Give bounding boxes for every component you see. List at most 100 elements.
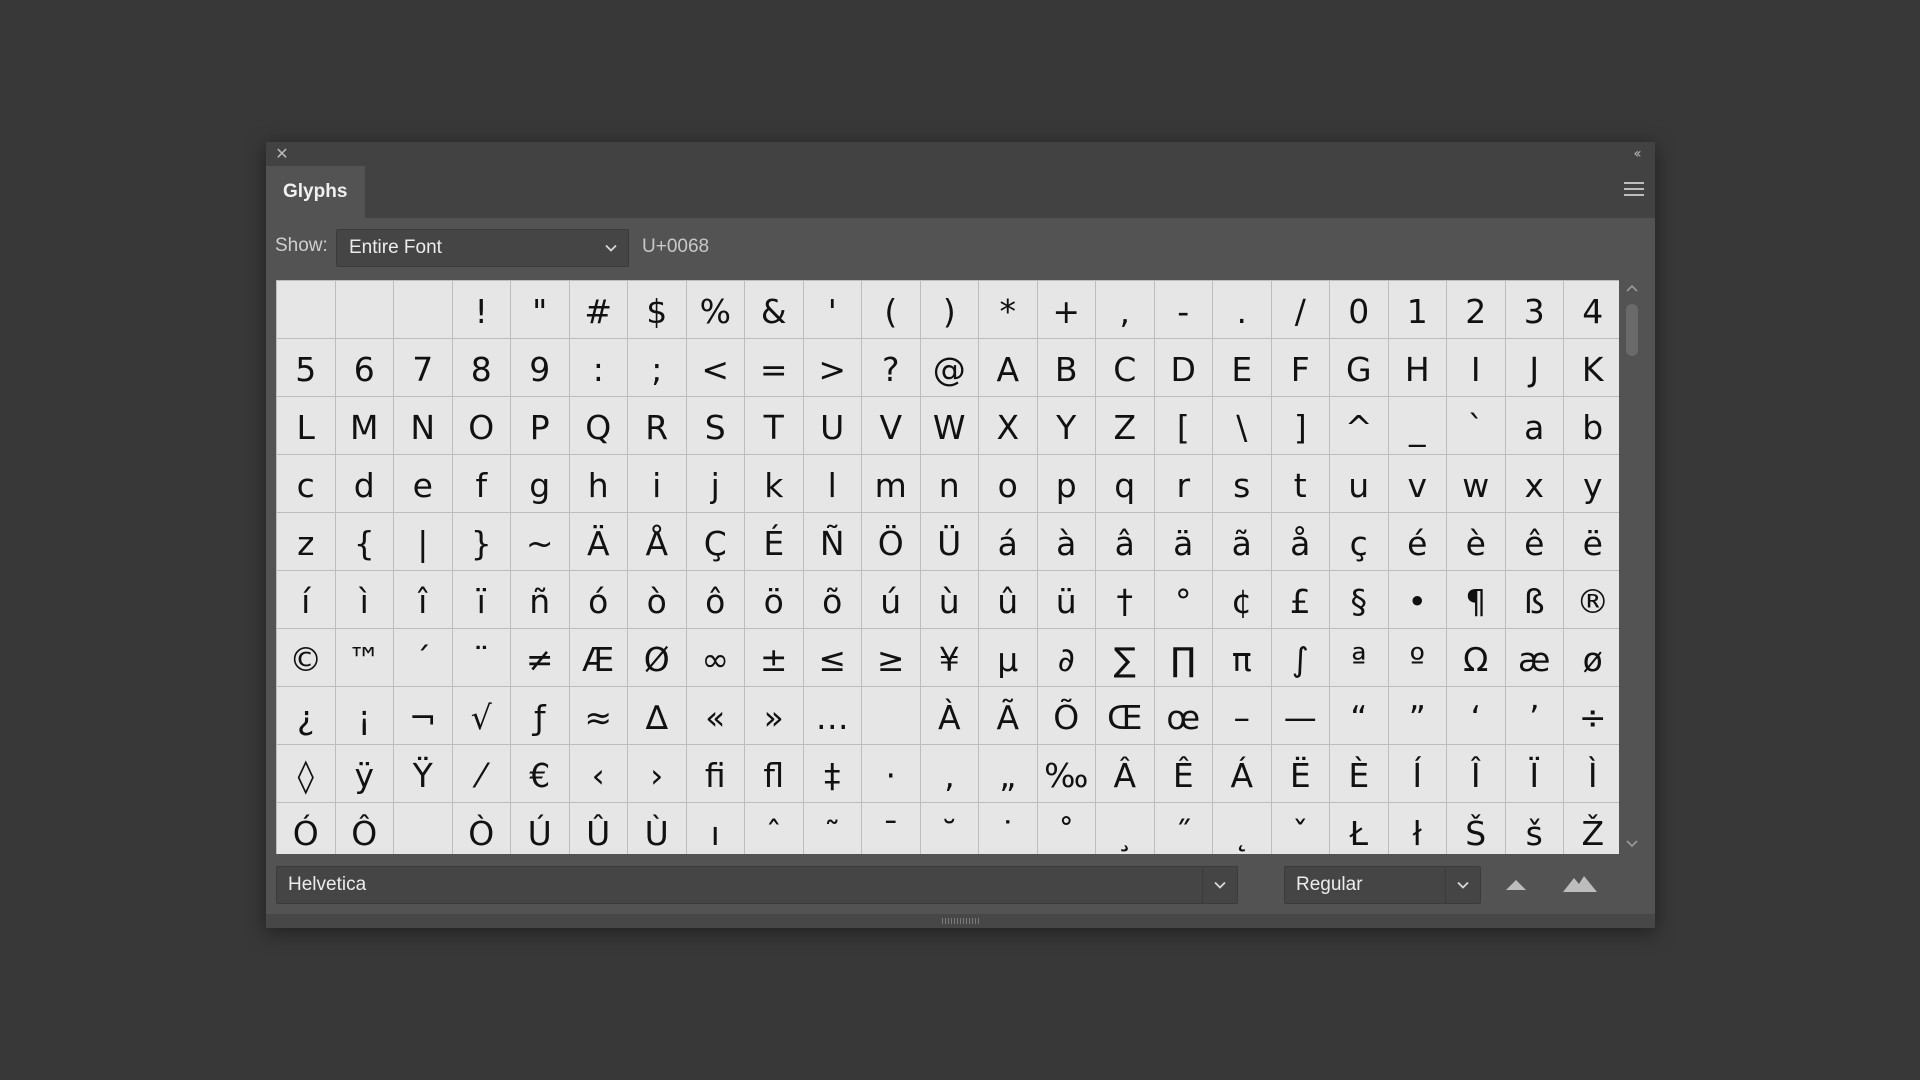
glyph-cell[interactable]: ≠ xyxy=(511,629,569,686)
glyph-cell[interactable]: Î xyxy=(1447,745,1505,802)
show-dropdown[interactable]: Entire Font xyxy=(336,229,629,267)
glyph-cell[interactable]: k xyxy=(745,455,803,512)
glyph-cell[interactable]: ∫ xyxy=(1271,629,1329,686)
glyph-cell[interactable]: É xyxy=(745,513,803,570)
glyph-cell[interactable]: ô xyxy=(686,571,744,628)
glyph-cell[interactable]: ï xyxy=(452,571,510,628)
glyph-cell[interactable]: ÿ xyxy=(335,745,393,802)
glyph-cell[interactable]: Æ xyxy=(569,629,627,686)
font-style-select[interactable]: Regular xyxy=(1284,866,1481,904)
glyph-cell[interactable]: Y xyxy=(1037,397,1095,454)
glyph-cell[interactable]: I xyxy=(1447,339,1505,396)
glyph-cell[interactable]: r xyxy=(1154,455,1212,512)
glyph-cell[interactable]: é xyxy=(1388,513,1446,570)
panel-menu-icon[interactable] xyxy=(1624,182,1644,202)
glyph-cell[interactable]: ˆ xyxy=(745,803,803,854)
glyph-cell[interactable]: ÷ xyxy=(1564,687,1619,744)
glyph-cell[interactable]: ⁄ xyxy=(452,745,510,802)
glyph-cell[interactable]: π xyxy=(1213,629,1271,686)
glyph-cell[interactable]: * xyxy=(979,281,1037,338)
glyph-cell[interactable]: Ä xyxy=(569,513,627,570)
panel-resize-bar[interactable] xyxy=(266,914,1655,928)
glyph-cell[interactable]: ˚ xyxy=(1037,803,1095,854)
glyph-cell[interactable]: „ xyxy=(979,745,1037,802)
glyph-cell[interactable]: a xyxy=(1505,397,1563,454)
glyph-cell[interactable]: D xyxy=(1154,339,1212,396)
resize-grip-icon[interactable] xyxy=(942,918,980,924)
glyph-cell[interactable]: Ž xyxy=(1564,803,1619,854)
glyph-cell[interactable]: õ xyxy=(803,571,861,628)
glyph-cell[interactable]: b xyxy=(1564,397,1619,454)
glyph-cell[interactable]: ó xyxy=(569,571,627,628)
glyph-cell[interactable]: í xyxy=(277,571,335,628)
close-icon[interactable]: ✕ xyxy=(272,144,292,164)
glyph-cell[interactable]: h xyxy=(569,455,627,512)
glyph-cell[interactable]: ‘ xyxy=(1447,687,1505,744)
glyph-cell[interactable]: Ô xyxy=(335,803,393,854)
glyph-cell[interactable]: Í xyxy=(1388,745,1446,802)
glyph-cell[interactable]: Ö xyxy=(862,513,920,570)
glyph-cell[interactable]: ´ xyxy=(394,629,452,686)
glyph-cell[interactable]: x xyxy=(1505,455,1563,512)
glyph-cell[interactable]: À xyxy=(920,687,978,744)
glyph-cell[interactable]: ≥ xyxy=(862,629,920,686)
glyph-cell[interactable]: “ xyxy=(1330,687,1388,744)
glyph-cell[interactable]: © xyxy=(277,629,335,686)
glyph-cell[interactable]: û xyxy=(979,571,1037,628)
glyph-cell[interactable]: C xyxy=(1096,339,1154,396)
chevron-down-icon[interactable] xyxy=(1213,878,1227,892)
glyph-cell[interactable]: ñ xyxy=(511,571,569,628)
glyph-cell[interactable]: l xyxy=(803,455,861,512)
glyph-cell[interactable]: Ł xyxy=(1330,803,1388,854)
glyph-cell[interactable]: ö xyxy=(745,571,803,628)
glyph-cell[interactable]: ° xyxy=(1154,571,1212,628)
glyph-cell[interactable]: U xyxy=(803,397,861,454)
glyph-cell[interactable]: P xyxy=(511,397,569,454)
glyph-cell[interactable]: } xyxy=(452,513,510,570)
glyph-cell[interactable]: Ω xyxy=(1447,629,1505,686)
glyph-cell[interactable]: Q xyxy=(569,397,627,454)
glyph-cell[interactable]: ã xyxy=(1213,513,1271,570)
glyph-cell[interactable]: Ü xyxy=(920,513,978,570)
glyph-cell[interactable]: Ì xyxy=(1564,745,1619,802)
glyph-cell[interactable]: – xyxy=(1213,687,1271,744)
glyph-cell[interactable]: μ xyxy=(979,629,1037,686)
glyph-cell[interactable]: 9 xyxy=(511,339,569,396)
glyph-cell[interactable]: ˘ xyxy=(920,803,978,854)
glyph-cell[interactable]: ˙ xyxy=(979,803,1037,854)
glyph-cell[interactable]: 8 xyxy=(452,339,510,396)
glyph-cell[interactable]: < xyxy=(686,339,744,396)
glyph-cell[interactable]: Ï xyxy=(1505,745,1563,802)
glyph-cell[interactable]: d xyxy=(335,455,393,512)
glyph-cell[interactable]: c xyxy=(277,455,335,512)
glyph-cell[interactable]: / xyxy=(1271,281,1329,338)
glyph-cell[interactable]: H xyxy=(1388,339,1446,396)
glyph-cell[interactable]: † xyxy=(1096,571,1154,628)
glyph-cell[interactable]: t xyxy=(1271,455,1329,512)
tab-glyphs[interactable]: Glyphs xyxy=(266,166,365,218)
glyph-cell[interactable]: ‰ xyxy=(1037,745,1095,802)
glyph-cell[interactable]: ¡ xyxy=(335,687,393,744)
glyph-cell[interactable]: s xyxy=(1213,455,1271,512)
glyph-cell[interactable]: 4 xyxy=(1564,281,1619,338)
glyph-cell[interactable]: f xyxy=(452,455,510,512)
glyph-cell[interactable]: | xyxy=(394,513,452,570)
glyph-cell[interactable]: + xyxy=(1037,281,1095,338)
glyph-cell[interactable]: n xyxy=(920,455,978,512)
glyph-cell[interactable]: ª xyxy=(1330,629,1388,686)
glyph-cell[interactable]: ú xyxy=(862,571,920,628)
glyph-cell[interactable] xyxy=(394,803,452,854)
glyph-cell[interactable]: œ xyxy=(1154,687,1212,744)
glyph-cell[interactable]: Ã xyxy=(979,687,1037,744)
glyph-cell[interactable]: ® xyxy=(1564,571,1619,628)
glyph-cell[interactable]: ‡ xyxy=(803,745,861,802)
glyph-cell[interactable]: ” xyxy=(1388,687,1446,744)
glyph-cell[interactable]: : xyxy=(569,339,627,396)
glyph-cell[interactable]: ◊ xyxy=(277,745,335,802)
glyph-cell[interactable]: — xyxy=(1271,687,1329,744)
glyph-cell[interactable]: { xyxy=(335,513,393,570)
glyph-cell[interactable]: Û xyxy=(569,803,627,854)
glyph-cell[interactable]: ! xyxy=(452,281,510,338)
glyph-cell[interactable]: ‹ xyxy=(569,745,627,802)
glyph-cell[interactable]: ( xyxy=(862,281,920,338)
